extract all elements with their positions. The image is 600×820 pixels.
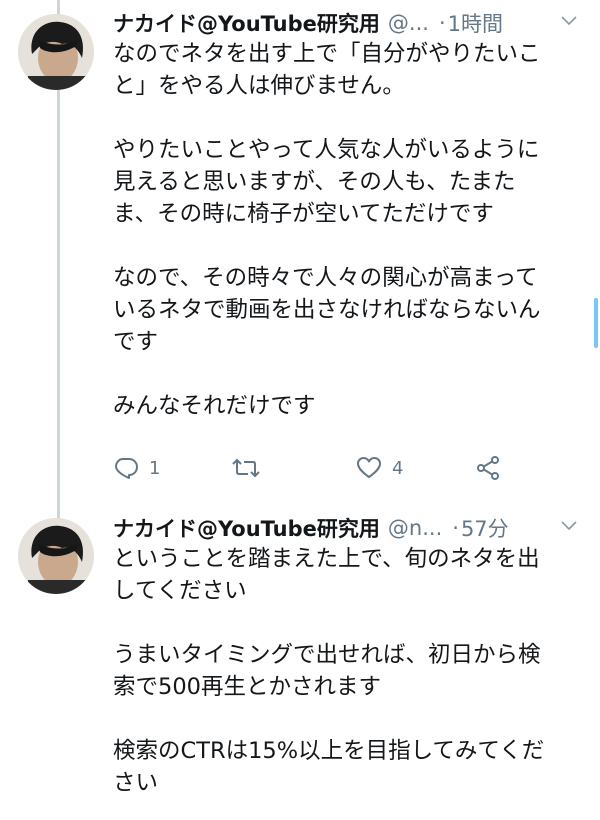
share-icon (475, 455, 501, 481)
text-line: いるネタで動画を出さなければならないん (113, 297, 541, 323)
like-button[interactable]: 4 (356, 452, 403, 484)
avatar[interactable] (18, 14, 94, 90)
retweet-button[interactable] (231, 452, 261, 484)
text-line: なので、その時々で人々の関心が高まって (113, 265, 538, 291)
display-name[interactable]: ナカイド@YouTube研究用 (113, 8, 380, 38)
tweet-text: ということを踏まえた上で、旬のネタを出 してください うまいタイミングで出せれば… (113, 543, 583, 799)
handle[interactable]: @n... (388, 516, 442, 540)
reply-icon (113, 456, 139, 480)
display-name[interactable]: ナカイド@YouTube研究用 (113, 513, 380, 543)
separator: · (438, 11, 446, 35)
text-line: 見えると思いますが、その人も、たまた (113, 169, 516, 195)
avatar[interactable] (18, 518, 94, 594)
heart-icon (356, 456, 382, 480)
handle[interactable]: @... (388, 11, 429, 35)
chevron-down-icon[interactable] (558, 10, 580, 32)
reply-count: 1 (149, 457, 161, 479)
timestamp[interactable]: 1時間 (448, 8, 503, 38)
text-line: です (113, 329, 159, 355)
text-line: 索で500再生とかされます (113, 674, 381, 700)
tweet-header: ナカイド@YouTube研究用 @n... · 57分 (113, 513, 580, 543)
reply-button[interactable]: 1 (113, 452, 160, 484)
text-line: なのでネタを出す上で「自分がやりたいこ (113, 41, 541, 67)
tweet-actions: 1 4 (113, 452, 513, 484)
text-line: ということを踏まえた上で、旬のネタを出 (113, 546, 540, 572)
tweet-text: なのでネタを出す上で「自分がやりたいこ と」をやる人は伸びません。 やりたいこと… (113, 38, 583, 422)
chevron-down-icon[interactable] (558, 515, 580, 537)
share-button[interactable] (475, 452, 501, 484)
text-line: 検索のCTRは15%以上を目指してみてくだ (113, 738, 545, 764)
text-line: してください (113, 578, 247, 604)
text-line: さい (113, 770, 159, 796)
timestamp[interactable]: 57分 (461, 513, 509, 543)
text-line: うまいタイミングで出せれば、初日から検 (113, 642, 541, 668)
like-count: 4 (392, 457, 404, 479)
retweet-icon (231, 456, 261, 480)
separator: · (452, 516, 459, 540)
text-line: ま、その時に椅子が空いてただけです (113, 201, 494, 227)
scrollbar[interactable] (594, 298, 598, 348)
text-line: と」をやる人は伸びません。 (113, 73, 405, 99)
tweet-header: ナカイド@YouTube研究用 @... · 1時間 (113, 8, 580, 38)
text-line: みんなそれだけです (113, 393, 316, 419)
text-line: やりたいことやって人気な人がいるように (113, 137, 540, 163)
